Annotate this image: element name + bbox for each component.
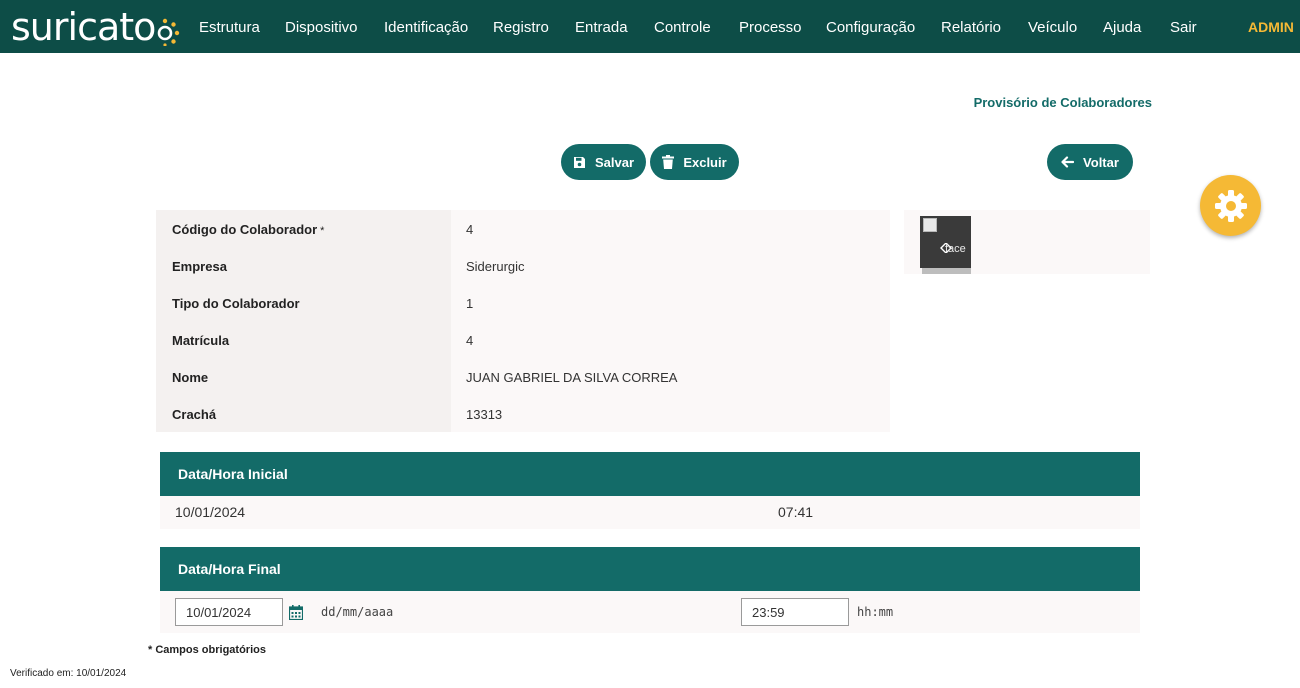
required-mark: *: [320, 225, 325, 237]
user-name[interactable]: ADMIN: [1248, 0, 1294, 53]
logo-sun-icon: [158, 18, 180, 46]
start-section-heading: Data/Hora Inicial: [160, 452, 1140, 496]
info-label-cracha: Crachá: [172, 407, 217, 422]
gear-icon: [1214, 189, 1247, 222]
start-time: 07:41: [778, 504, 814, 520]
photo-alt-text: face: [945, 243, 966, 255]
broken-image-icon: [923, 218, 937, 232]
verified-footer: Verificado em: 10/01/2024: [10, 668, 127, 679]
nav-item-entrada[interactable]: Entrada: [575, 0, 628, 53]
nav-item-controle[interactable]: Controle: [654, 0, 711, 53]
info-label-codigo: Código do Colaborador *: [172, 222, 324, 237]
info-labels-column: Código do Colaborador * Empresa Tipo do C…: [156, 210, 451, 432]
floppy-disk-icon: [573, 156, 585, 168]
nav-item-sair[interactable]: Sair: [1170, 0, 1197, 53]
info-label-nome: Nome: [172, 370, 209, 385]
nav-item-veiculo[interactable]: Veículo: [1028, 0, 1077, 53]
info-values-column: 4 Siderurgic 1 4 JUAN GABRIEL DA SILVA C…: [451, 210, 890, 432]
required-fields-note: * Campos obrigatórios: [148, 644, 266, 656]
nav-item-ajuda[interactable]: Ajuda: [1103, 0, 1141, 53]
info-label-text: Código do Colaborador: [172, 222, 318, 237]
face-photo[interactable]: face: [920, 216, 971, 268]
calendar-icon[interactable]: [289, 605, 303, 620]
info-value-empresa: Siderurgic: [466, 259, 525, 274]
nav-item-dispositivo[interactable]: Dispositivo: [285, 0, 358, 53]
delete-button[interactable]: Excluir: [650, 144, 739, 180]
time-format-hint: hh:mm: [857, 605, 894, 619]
settings-button[interactable]: [1200, 175, 1261, 236]
info-value-matricula: 4: [466, 333, 474, 348]
end-date-input[interactable]: [175, 598, 283, 626]
info-value-nome: JUAN GABRIEL DA SILVA CORREA: [466, 370, 678, 385]
info-label-tipo: Tipo do Colaborador: [172, 296, 300, 311]
start-date: 10/01/2024: [175, 504, 246, 520]
nav-item-registro[interactable]: Registro: [493, 0, 549, 53]
info-label-empresa: Empresa: [172, 259, 227, 274]
end-section-heading: Data/Hora Final: [160, 547, 1140, 591]
nav-item-estrutura[interactable]: Estrutura: [199, 0, 260, 53]
end-time-input[interactable]: [741, 598, 849, 626]
nav-item-configuracao[interactable]: Configuração: [826, 0, 915, 53]
collaborator-info-table: Código do Colaborador * Empresa Tipo do C…: [156, 210, 890, 432]
photo-shadow: [922, 268, 971, 274]
info-value-cracha: 13313: [466, 407, 503, 422]
end-section-row: [160, 591, 1140, 633]
photo-panel: face: [904, 210, 1150, 274]
nav-item-identificacao[interactable]: Identificação: [384, 0, 468, 53]
back-button[interactable]: Voltar: [1047, 144, 1133, 180]
save-button-label: Salvar: [594, 154, 635, 170]
date-format-hint: dd/mm/aaaa: [321, 605, 394, 619]
info-value-tipo: 1: [466, 296, 474, 311]
start-section-row: 10/01/2024 07:41: [160, 496, 1140, 529]
back-button-label: Voltar: [1083, 154, 1119, 170]
logo[interactable]: suricato: [11, 4, 182, 49]
arrow-left-icon: [1061, 156, 1075, 168]
top-navbar: suricato Estrutura Dispositivo Identific…: [0, 0, 1300, 53]
trash-icon: [662, 155, 675, 169]
save-button[interactable]: Salvar: [561, 144, 646, 180]
nav-item-relatorio[interactable]: Relatório: [941, 0, 1001, 53]
delete-button-label: Excluir: [683, 154, 727, 170]
info-value-codigo: 4: [466, 222, 474, 237]
logo-text: suricato: [11, 4, 156, 49]
info-label-matricula: Matrícula: [172, 333, 230, 348]
nav-item-processo[interactable]: Processo: [739, 0, 802, 53]
page-title: Provisório de Colaboradores: [973, 95, 1152, 110]
